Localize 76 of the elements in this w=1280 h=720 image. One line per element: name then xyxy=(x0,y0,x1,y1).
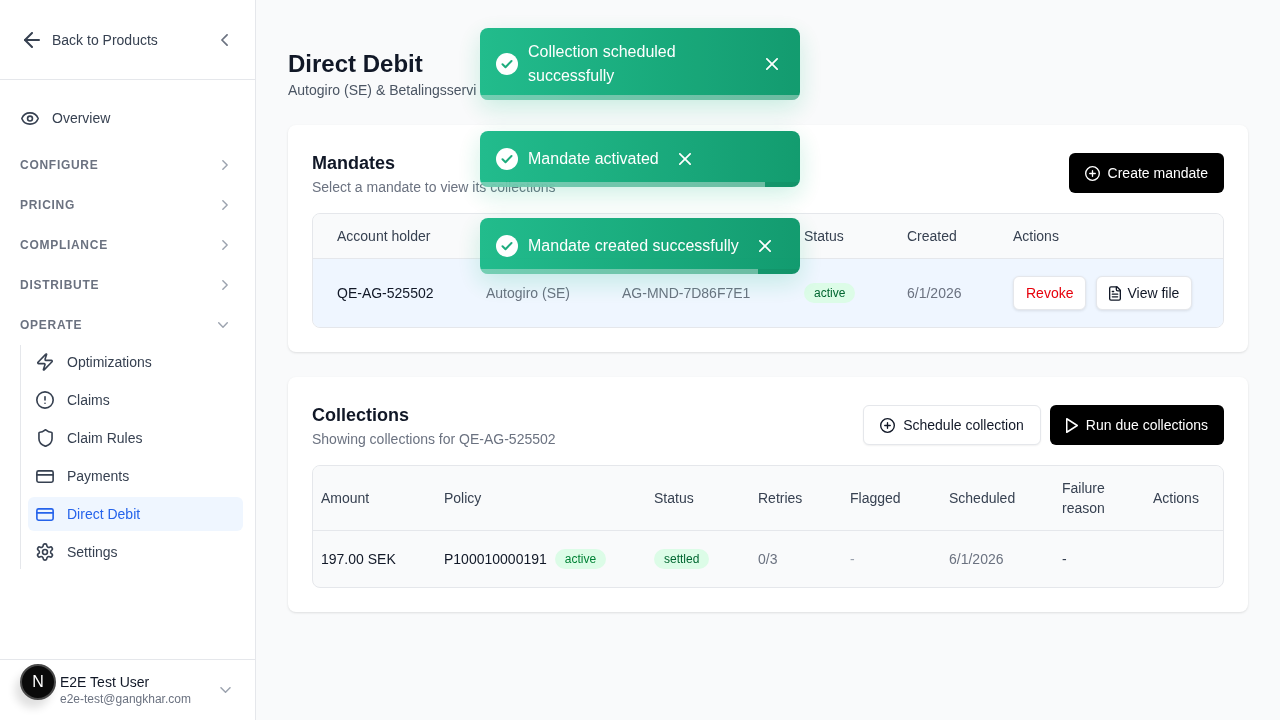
nav-section[interactable]: DISTRIBUTE xyxy=(0,265,255,305)
column-header: Policy xyxy=(443,489,483,508)
lightning-icon xyxy=(37,353,53,371)
credit-card-icon xyxy=(36,507,54,521)
column-header: Actions xyxy=(1012,227,1060,246)
nav-item[interactable]: Payments xyxy=(28,459,243,493)
nav-item[interactable]: Claim Rules xyxy=(28,421,243,455)
close-button[interactable] xyxy=(676,151,693,167)
revoke-button[interactable]: Revoke xyxy=(1013,276,1087,310)
table-cell-text: 6/1/2026 xyxy=(948,550,1005,569)
page-subtitle: Autogiro (SE) & Betalingsservi xyxy=(288,81,477,100)
nav-section[interactable]: PRICING xyxy=(0,185,255,225)
nav-item[interactable]: Overview xyxy=(0,99,255,137)
column-header: Account holder xyxy=(336,227,432,246)
card-title: Mandates xyxy=(312,152,396,175)
table-row[interactable]: QE-AG-525502 Autogiro (SE) AG-MND-7D86F7E1 active 6/1/2026 Revoke View file xyxy=(313,259,1223,327)
nav-item[interactable]: Settings xyxy=(28,535,243,569)
nav-item[interactable]: Optimizations xyxy=(28,345,243,379)
view-file-button[interactable]: View file xyxy=(1096,276,1193,310)
alert-circle-icon xyxy=(36,391,54,409)
column-header: Scheduled xyxy=(948,489,1017,508)
close-icon xyxy=(766,58,778,70)
nav-item[interactable]: Claims xyxy=(28,383,243,417)
column-header: Status xyxy=(803,227,845,246)
plus-circle-icon xyxy=(880,417,896,433)
nav-section[interactable]: COMPLIANCE xyxy=(0,225,255,265)
settings-icon xyxy=(36,543,54,561)
credit-card-icon xyxy=(36,469,54,483)
eye-icon xyxy=(21,111,39,125)
table-cell-text: AG-MND-7D86F7E1 xyxy=(621,284,752,303)
user-name: E2E Test User xyxy=(60,673,150,691)
table-cell-text: - xyxy=(1061,550,1068,569)
table-cell-text: 197.00 SEK xyxy=(320,550,397,569)
column-header: Created xyxy=(906,227,958,246)
card-title: Collections xyxy=(312,404,409,427)
shield-icon xyxy=(37,429,53,447)
table-cell-text: P100010000191 xyxy=(444,550,547,569)
column-header: Retries xyxy=(757,489,804,508)
column-header: Status xyxy=(653,489,695,508)
column-header: Failure reason xyxy=(1061,479,1106,518)
chevron-down-icon[interactable] xyxy=(220,687,231,693)
run-due-collections-button[interactable]: Run due collections xyxy=(1049,405,1224,445)
column-header: Amount xyxy=(320,489,371,508)
toast-message: Collection scheduled successfully xyxy=(528,42,677,86)
close-button[interactable] xyxy=(764,56,780,72)
table-cell-text: QE-AG-525502 xyxy=(336,284,435,303)
chevron-left-icon xyxy=(221,33,228,46)
status-badge: settled xyxy=(654,549,710,569)
table-cell-text: Autogiro (SE) xyxy=(485,284,572,303)
user-email: e2e-test@gangkhar.com xyxy=(60,691,191,707)
page-title: Direct Debit xyxy=(288,49,423,79)
column-header: Flagged xyxy=(849,489,902,508)
check-circle-icon xyxy=(496,53,518,75)
plus-circle-icon xyxy=(1084,165,1100,181)
play-icon xyxy=(1065,417,1078,433)
close-icon xyxy=(758,240,771,252)
file-icon xyxy=(1109,285,1122,301)
table-cell-text: 0/3 xyxy=(757,550,779,569)
status-badge: active xyxy=(554,549,607,569)
toast-message: Mandate activated xyxy=(528,149,659,169)
status-badge: active xyxy=(804,283,856,303)
nav-section[interactable]: CONFIGURE xyxy=(0,145,255,185)
table-cell-text: - xyxy=(849,550,856,569)
check-circle-icon xyxy=(496,235,518,257)
card-subtitle: Showing collections for QE-AG-525502 xyxy=(312,430,556,449)
check-circle-icon xyxy=(496,148,518,170)
back-link[interactable]: Back to Products xyxy=(24,29,158,50)
nav-section[interactable]: OPERATE xyxy=(0,305,255,345)
table-cell-text: 6/1/2026 xyxy=(906,284,963,303)
create-mandate-button[interactable]: Create mandate xyxy=(1068,153,1224,193)
close-button[interactable] xyxy=(756,238,773,254)
schedule-collection-button[interactable]: Schedule collection xyxy=(863,405,1041,445)
toast-message: Mandate created successfully xyxy=(528,236,739,256)
nav-item[interactable]: Direct Debit xyxy=(28,497,243,531)
column-header: Actions xyxy=(1152,489,1200,508)
close-icon xyxy=(678,153,691,165)
